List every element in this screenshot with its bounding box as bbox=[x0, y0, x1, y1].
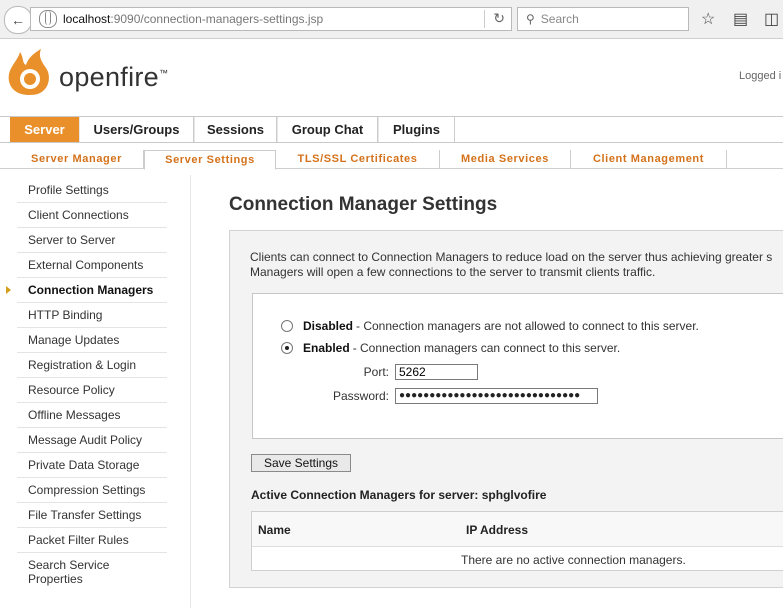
disabled-radio[interactable] bbox=[281, 320, 293, 332]
pocket-icon[interactable]: ◫ bbox=[764, 9, 779, 29]
url-host: localhost bbox=[63, 12, 111, 26]
main-tabs: Server Users/Groups Sessions Group Chat … bbox=[0, 116, 783, 143]
tab-users-groups[interactable]: Users/Groups bbox=[79, 117, 194, 142]
sidebar-item-compression-settings[interactable]: Compression Settings bbox=[17, 483, 167, 503]
table-header-row: Name IP Address bbox=[252, 512, 783, 547]
sidebar-item-http-binding[interactable]: HTTP Binding bbox=[17, 308, 167, 328]
password-label: Password: bbox=[332, 389, 389, 403]
active-managers-table: Name IP Address There are no active conn… bbox=[251, 511, 783, 571]
sidebar-item-client-connections[interactable]: Client Connections bbox=[17, 208, 167, 228]
tabs-spacer bbox=[0, 117, 10, 142]
column-header-ip-address: IP Address bbox=[466, 523, 529, 537]
logged-in-text: Logged i bbox=[739, 70, 782, 82]
reload-icon[interactable]: ↻ bbox=[493, 10, 505, 27]
url-separator bbox=[484, 10, 485, 28]
search-icon: ⚲ bbox=[526, 12, 535, 26]
sidebar-item-private-data-storage[interactable]: Private Data Storage bbox=[17, 458, 167, 478]
sidebar-item-external-components[interactable]: External Components bbox=[17, 258, 167, 278]
sub-tabs: Server Manager Server Settings TLS/SSL C… bbox=[0, 150, 783, 170]
back-arrow-icon: ← bbox=[11, 12, 25, 28]
tab-sessions[interactable]: Sessions bbox=[194, 117, 277, 142]
save-settings-button[interactable]: Save Settings bbox=[251, 454, 351, 472]
back-button[interactable]: ← bbox=[4, 6, 32, 34]
sidebar-item-search-service-properties[interactable]: Search Service Properties bbox=[17, 558, 167, 590]
tab-group-chat[interactable]: Group Chat bbox=[277, 117, 378, 142]
sidebar-item-file-transfer-settings[interactable]: File Transfer Settings bbox=[17, 508, 167, 528]
subtab-server-settings[interactable]: Server Settings bbox=[144, 150, 276, 170]
connection-options-box: Disabled - Connection managers are not a… bbox=[252, 293, 783, 439]
logo-text: openfire™ bbox=[59, 62, 169, 92]
browser-search-input[interactable]: ⚲ Search bbox=[517, 7, 689, 31]
address-bar[interactable]: localhost:9090/connection-managers-setti… bbox=[30, 7, 512, 31]
reading-list-icon[interactable]: ▤ bbox=[733, 9, 748, 29]
sidebar-item-manage-updates[interactable]: Manage Updates bbox=[17, 333, 167, 353]
search-placeholder: Search bbox=[540, 12, 579, 26]
tab-plugins[interactable]: Plugins bbox=[378, 117, 455, 142]
sidebar-item-connection-managers[interactable]: Connection Managers bbox=[6, 283, 167, 303]
active-arrow-icon bbox=[6, 286, 11, 294]
sidebar: Profile Settings Client Connections Serv… bbox=[0, 170, 185, 608]
subtab-server-manager[interactable]: Server Manager bbox=[10, 150, 144, 168]
globe-icon bbox=[39, 10, 57, 28]
port-label: Port: bbox=[363, 365, 389, 379]
subtab-tls-ssl-certificates[interactable]: TLS/SSL Certificates bbox=[276, 150, 440, 168]
sidebar-item-profile-settings[interactable]: Profile Settings bbox=[17, 183, 167, 203]
sidebar-item-message-audit-policy[interactable]: Message Audit Policy bbox=[17, 433, 167, 453]
port-input[interactable] bbox=[395, 364, 478, 380]
enabled-radio[interactable] bbox=[281, 342, 293, 354]
subtabs-spacer bbox=[0, 150, 10, 168]
sidebar-item-registration-login[interactable]: Registration & Login bbox=[17, 358, 167, 378]
enabled-option[interactable]: Enabled - Connection managers can connec… bbox=[281, 341, 620, 355]
subtab-client-management[interactable]: Client Management bbox=[571, 150, 727, 168]
column-header-name: Name bbox=[258, 523, 291, 537]
sidebar-item-packet-filter-rules[interactable]: Packet Filter Rules bbox=[17, 533, 167, 553]
active-managers-title: Active Connection Managers for server: s… bbox=[251, 488, 547, 502]
table-empty-message: There are no active connection managers. bbox=[461, 553, 686, 567]
password-input[interactable]: ●●●●●●●●●●●●●●●●●●●●●●●●●●●●●● bbox=[395, 388, 598, 404]
bookmark-star-icon[interactable]: ☆ bbox=[701, 9, 715, 29]
intro-text: Clients can connect to Connection Manage… bbox=[250, 250, 773, 279]
page-title: Connection Manager Settings bbox=[229, 194, 498, 215]
sidebar-item-server-to-server[interactable]: Server to Server bbox=[17, 233, 167, 253]
browser-toolbar: ← localhost:9090/connection-managers-set… bbox=[0, 0, 783, 39]
tab-server[interactable]: Server bbox=[10, 117, 79, 142]
url-path: :9090/connection-managers-settings.jsp bbox=[110, 12, 324, 26]
sidebar-item-resource-policy[interactable]: Resource Policy bbox=[17, 383, 167, 403]
openfire-logo-icon bbox=[8, 49, 49, 95]
settings-panel: Clients can connect to Connection Manage… bbox=[229, 230, 783, 588]
subtab-media-services[interactable]: Media Services bbox=[440, 150, 571, 168]
disabled-option[interactable]: Disabled - Connection managers are not a… bbox=[281, 319, 699, 333]
sidebar-item-offline-messages[interactable]: Offline Messages bbox=[17, 408, 167, 428]
main-content: Connection Manager Settings Clients can … bbox=[190, 175, 783, 608]
